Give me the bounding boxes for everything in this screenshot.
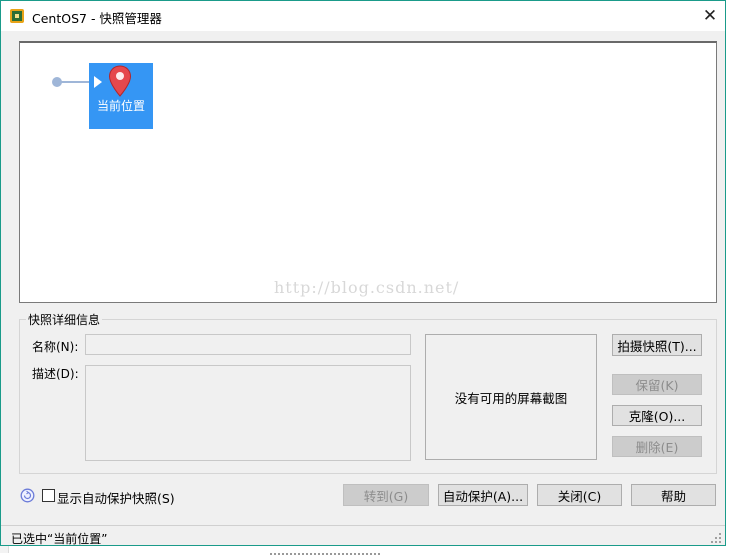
take-snapshot-button[interactable]: 拍摄快照(T)... — [612, 334, 702, 356]
current-position-node[interactable]: 当前位置 — [89, 63, 153, 129]
autoprotect-button[interactable]: 自动保护(A)... — [438, 484, 528, 506]
status-text: 已选中“当前位置” — [11, 532, 108, 546]
current-position-label: 当前位置 — [96, 99, 145, 113]
restore-circle-icon — [20, 488, 35, 503]
clone-button[interactable]: 克隆(O)... — [612, 405, 702, 426]
window-title: CentOS7 - 快照管理器 — [32, 11, 162, 26]
description-label: 描述(D): — [32, 367, 79, 381]
snapshot-screenshot-preview: 没有可用的屏幕截图 — [425, 334, 597, 460]
show-autoprotect-label[interactable]: 显示自动保护快照(S) — [57, 488, 175, 507]
snapshot-manager-window: CentOS7 - 快照管理器 ✕ 当前位置 http://blog.csdn.… — [0, 0, 726, 546]
tree-connector-arrow — [94, 76, 102, 88]
close-button[interactable]: 关闭(C) — [537, 484, 622, 506]
desktop: CentOS7 - 快照管理器 ✕ 当前位置 http://blog.csdn.… — [0, 0, 734, 555]
keep-button[interactable]: 保留(K) — [612, 374, 702, 395]
close-window-button[interactable]: ✕ — [695, 1, 725, 31]
no-screenshot-text: 没有可用的屏幕截图 — [454, 390, 568, 406]
name-label: 名称(N): — [32, 340, 79, 354]
snapshot-tree-panel[interactable]: 当前位置 http://blog.csdn.net/ — [19, 41, 717, 303]
background-link-fragment — [270, 545, 380, 555]
title-bar[interactable]: CentOS7 - 快照管理器 ✕ — [1, 1, 725, 31]
delete-button[interactable]: 删除(E) — [612, 436, 702, 457]
vmware-app-icon — [10, 9, 24, 23]
status-bar: 已选中“当前位置” — [1, 525, 725, 546]
snapshot-description-field[interactable] — [85, 365, 411, 461]
details-group-title: 快照详细信息 — [26, 311, 103, 328]
snapshot-name-field[interactable] — [85, 334, 411, 355]
resize-grip-icon[interactable] — [710, 532, 722, 544]
goto-button[interactable]: 转到(G) — [343, 484, 429, 506]
watermark-text: http://blog.csdn.net/ — [274, 278, 460, 297]
map-pin-icon — [108, 65, 132, 97]
help-button[interactable]: 帮助 — [631, 484, 716, 506]
show-autoprotect-checkbox[interactable] — [42, 489, 55, 502]
